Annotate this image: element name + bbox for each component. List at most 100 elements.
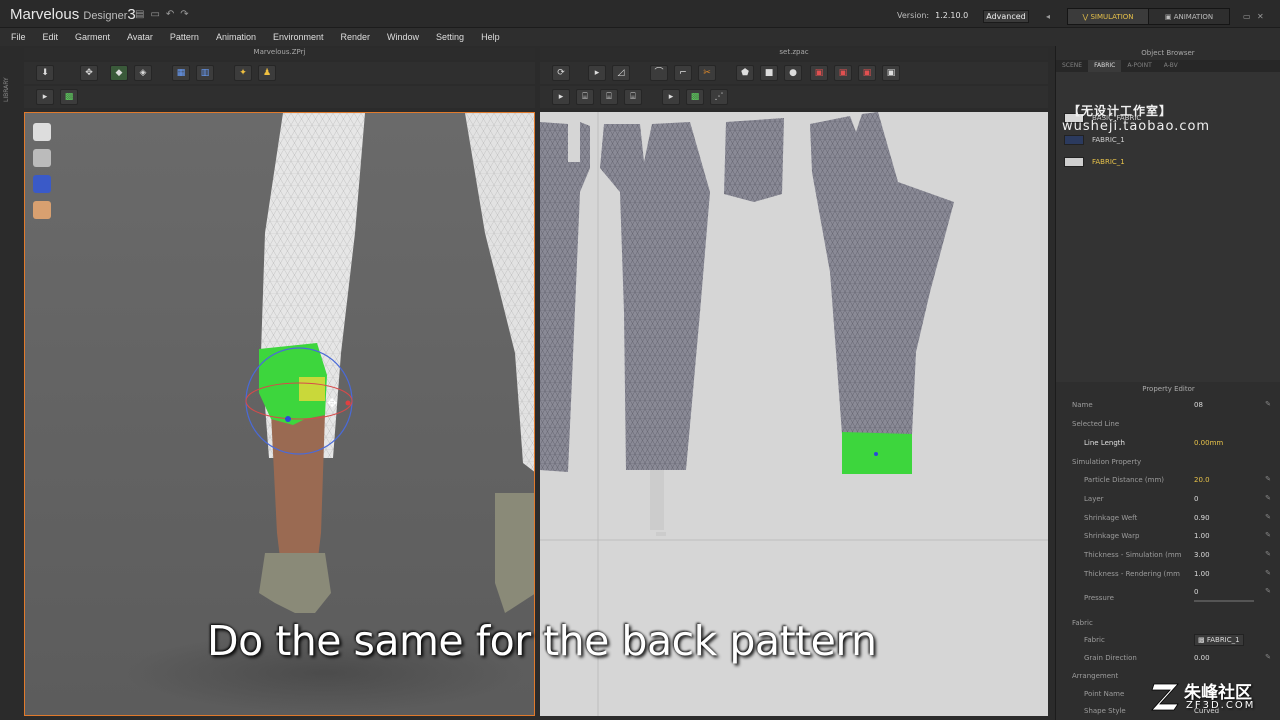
- fabric-item-selected[interactable]: FABRIC_1: [1064, 156, 1125, 168]
- internal-polygon-icon[interactable]: ▣: [810, 65, 828, 81]
- settings-icon[interactable]: ◂: [1046, 12, 1050, 21]
- tab-a-bv[interactable]: A-BV: [1158, 60, 1184, 72]
- toolbar-3d: ⬇ ✥ ◆ ◈ ▦ ▥ ✦ ♟: [24, 62, 535, 84]
- prop-pressure[interactable]: Pressure 0 ✎: [1056, 583, 1280, 607]
- open-icon[interactable]: ▭: [150, 9, 159, 20]
- edit-icon[interactable]: ✎: [1265, 587, 1271, 595]
- sewing-tool-icon[interactable]: ▦: [172, 65, 190, 81]
- svg-text:✥: ✥: [327, 396, 337, 410]
- skin-shortcut-icon[interactable]: [33, 201, 51, 219]
- show-mesh-icon[interactable]: ▩: [60, 89, 78, 105]
- prop-thickness-simulation[interactable]: Thickness - Simulation (mm 3.00 ✎: [1056, 546, 1280, 564]
- prop-section-fabric[interactable]: Fabric: [1056, 614, 1280, 632]
- close-icon[interactable]: ✕: [1257, 12, 1264, 21]
- select-move-tool-icon[interactable]: ⬇: [36, 65, 54, 81]
- edit-icon[interactable]: ✎: [1265, 400, 1271, 408]
- edit-icon[interactable]: ✎: [1265, 494, 1271, 502]
- prop-shrinkage-weft[interactable]: Shrinkage Weft 0.90 ✎: [1056, 509, 1280, 527]
- internal-rect-icon[interactable]: ▣: [834, 65, 852, 81]
- dart-icon[interactable]: ▣: [882, 65, 900, 81]
- avatar-shoe-right: [495, 493, 534, 613]
- edit-curve-icon[interactable]: ◿: [612, 65, 630, 81]
- menu-animation[interactable]: Animation: [216, 32, 256, 42]
- tab-fabric[interactable]: FABRIC: [1088, 60, 1122, 72]
- prop-fabric[interactable]: Fabric ▩ FABRIC_1: [1056, 631, 1280, 649]
- prop-shrinkage-warp[interactable]: Shrinkage Warp 1.00 ✎: [1056, 527, 1280, 545]
- save-icon[interactable]: ▤: [135, 9, 144, 20]
- menu-avatar[interactable]: Avatar: [127, 32, 153, 42]
- curve-point-icon[interactable]: ⌒: [650, 65, 668, 81]
- segment-sewing-icon[interactable]: ▸: [552, 89, 570, 105]
- prop-line-length[interactable]: Line Length 0.00mm: [1056, 434, 1280, 452]
- tab-scene[interactable]: SCENE: [1056, 60, 1088, 72]
- fabric-select[interactable]: ▩ FABRIC_1: [1194, 634, 1244, 646]
- prop-section-selected-line[interactable]: Selected Line: [1056, 415, 1280, 433]
- view3d-title: Marvelous.ZPrj: [24, 48, 535, 60]
- prop-particle-distance[interactable]: Particle Distance (mm) 20.0 ✎: [1056, 471, 1280, 489]
- mesh-edit-icon[interactable]: ⋰: [710, 89, 728, 105]
- edit-icon[interactable]: ✎: [1265, 513, 1271, 521]
- quick-access-icons: ▤ ▭ ↶ ↷: [135, 9, 189, 20]
- undo-icon[interactable]: ↶: [166, 9, 174, 20]
- polygon-icon[interactable]: ⬟: [736, 65, 754, 81]
- logo-en-text: ZF3D.COM: [1186, 700, 1256, 711]
- simulation-mode-button[interactable]: ⋁ SIMULATION: [1067, 8, 1149, 25]
- mesh-show-icon[interactable]: ▩: [686, 89, 704, 105]
- fold-tool-icon[interactable]: ◈: [134, 65, 152, 81]
- internal-circle-icon[interactable]: ▣: [858, 65, 876, 81]
- menu-garment[interactable]: Garment: [75, 32, 110, 42]
- pressure-slider[interactable]: [1194, 600, 1254, 602]
- transform-tool-icon[interactable]: ✥: [80, 65, 98, 81]
- menu-render[interactable]: Render: [341, 32, 371, 42]
- edit-icon[interactable]: ✎: [1265, 550, 1271, 558]
- property-editor-title: Property Editor: [1056, 382, 1280, 396]
- prop-section-simulation[interactable]: Simulation Property: [1056, 453, 1280, 471]
- menu-window[interactable]: Window: [387, 32, 419, 42]
- prop-name-row[interactable]: Name 08 ✎: [1056, 396, 1280, 414]
- mesh-display-icon[interactable]: ▸: [662, 89, 680, 105]
- video-caption: Do the same for the back pattern: [207, 617, 877, 665]
- gizmo-center-handle[interactable]: [299, 377, 325, 401]
- menu-file[interactable]: File: [11, 32, 26, 42]
- menu-help[interactable]: Help: [481, 32, 500, 42]
- edit-icon[interactable]: ✎: [1265, 475, 1271, 483]
- menu-setting[interactable]: Setting: [436, 32, 464, 42]
- garment-tool-icon[interactable]: ◆: [110, 65, 128, 81]
- edit-sewing-icon[interactable]: ⌸: [624, 89, 642, 105]
- redo-icon[interactable]: ↷: [180, 9, 188, 20]
- prop-grain-direction[interactable]: Grain Direction 0.00 ✎: [1056, 649, 1280, 667]
- minimize-icon[interactable]: ▭: [1243, 12, 1251, 21]
- avatar-shortcut-icon[interactable]: [33, 149, 51, 167]
- texture-shortcut-icon[interactable]: [33, 175, 51, 193]
- garment-shortcut-icon[interactable]: [33, 123, 51, 141]
- multi-sewing-icon[interactable]: ⌸: [600, 89, 618, 105]
- edit-icon[interactable]: ✎: [1265, 653, 1271, 661]
- edit-icon[interactable]: ✎: [1265, 531, 1271, 539]
- edit-icon[interactable]: ✎: [1265, 569, 1271, 577]
- avatar-pose-icon[interactable]: ♟: [258, 65, 276, 81]
- select-mesh-icon[interactable]: ▸: [36, 89, 54, 105]
- app-brand: Marvelous Designer3: [10, 6, 136, 23]
- object-browser-tabs: SCENE FABRIC A-POINT A-BV: [1056, 60, 1280, 72]
- simulate-icon[interactable]: ✦: [234, 65, 252, 81]
- circle-icon[interactable]: ●: [784, 65, 802, 81]
- rectangle-icon[interactable]: ■: [760, 65, 778, 81]
- add-point-icon[interactable]: ⌐: [674, 65, 692, 81]
- cut-icon[interactable]: ✂: [698, 65, 716, 81]
- prop-layer[interactable]: Layer 0 ✎: [1056, 490, 1280, 508]
- fabric-list: BASIC_FABRIC FABRIC_1 FABRIC_1 【无设计工作室】 …: [1056, 72, 1280, 390]
- refresh-icon[interactable]: ⟳: [552, 65, 570, 81]
- free-sewing-icon[interactable]: ⌸: [576, 89, 594, 105]
- advanced-button[interactable]: Advanced: [983, 10, 1029, 23]
- tab-a-point[interactable]: A-POINT: [1121, 60, 1157, 72]
- menu-pattern[interactable]: Pattern: [170, 32, 199, 42]
- tack-tool-icon[interactable]: ▥: [196, 65, 214, 81]
- animation-mode-button[interactable]: ▣ ANIMATION: [1148, 8, 1230, 25]
- select-point-icon[interactable]: ▸: [588, 65, 606, 81]
- fabric-item[interactable]: FABRIC_1: [1064, 134, 1125, 146]
- prop-thickness-rendering[interactable]: Thickness - Rendering (mm 1.00 ✎: [1056, 565, 1280, 583]
- menu-environment[interactable]: Environment: [273, 32, 324, 42]
- menu-edit[interactable]: Edit: [43, 32, 59, 42]
- property-editor: Property Editor Name 08 ✎ Selected Line Li…: [1056, 382, 1280, 720]
- library-tab[interactable]: LIBRARY: [3, 60, 17, 120]
